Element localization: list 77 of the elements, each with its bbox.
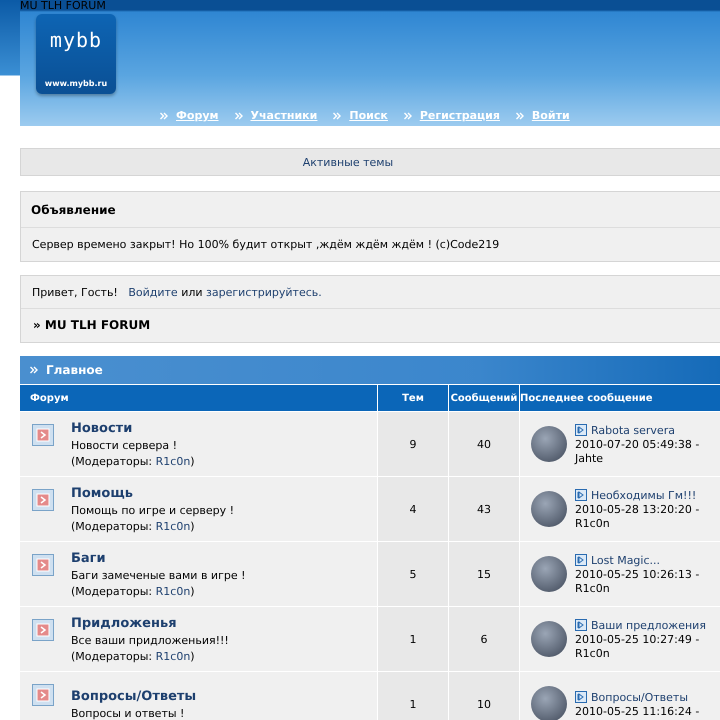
double-chevron-icon <box>30 366 38 374</box>
forum-name[interactable]: Помощь <box>71 486 234 500</box>
post-icon[interactable] <box>575 691 587 703</box>
announcement-title: Объявление <box>21 192 720 228</box>
moderators-text: (Модераторы: R1c0n) <box>71 584 196 598</box>
topics-count: 1 <box>377 671 448 720</box>
forum-name[interactable]: Новости <box>71 420 195 436</box>
last-post-date: 2010-05-25 10:26:13 - <box>575 568 700 580</box>
posts-count: 6 <box>448 606 519 671</box>
column-header: Сообщений <box>448 384 519 411</box>
column-header: Последнее сообщение <box>519 384 720 411</box>
avatar <box>531 686 567 720</box>
active-topics-link[interactable]: Активные темы <box>302 156 394 168</box>
avatar <box>531 426 567 462</box>
avatar <box>531 491 567 527</box>
moderator-link[interactable]: R1c0n <box>156 520 190 532</box>
moderators-text: (Модераторы: R1c0n) <box>71 520 196 532</box>
last-post-author: R1c0n <box>575 646 611 660</box>
forum-icon <box>32 684 54 706</box>
last-post-date: 2010-05-28 13:20:20 - <box>575 502 700 516</box>
posts-count: 40 <box>448 411 519 476</box>
last-post-author: Jahte <box>575 452 604 464</box>
avatar <box>531 556 567 592</box>
breadcrumb: » MU TLH FORUM <box>32 317 152 334</box>
welcome-text: Привет, Гость! Войдите или зарегистрируйтесь. <box>21 276 720 309</box>
double-chevron-icon <box>333 112 342 120</box>
last-post-link[interactable]: Rabota servera <box>591 424 675 436</box>
forum-name[interactable]: Вопросы/Ответы <box>71 688 196 704</box>
last-post-author: R1c0n <box>575 516 611 530</box>
forum-name[interactable]: Баги <box>71 550 246 566</box>
topics-count: 4 <box>377 476 448 541</box>
last-post-date: 2010-07-20 05:49:38 - <box>575 438 700 450</box>
double-chevron-icon <box>404 112 412 120</box>
forum-description: Вопросы и ответы ! <box>71 706 186 720</box>
post-icon[interactable] <box>575 489 587 501</box>
last-post-link[interactable]: Вопросы/Ответы <box>591 690 688 704</box>
column-header: Форум <box>20 384 377 411</box>
moderators-text: (Модераторы: R1c0n) <box>71 454 195 468</box>
page-title: MU TLH FORUM <box>20 0 106 12</box>
last-post-author: R1c0n <box>575 582 611 594</box>
avatar <box>531 621 567 657</box>
post-icon[interactable] <box>575 619 587 631</box>
forum-description: Все ваши придложеньия!!! <box>71 634 229 646</box>
register-link[interactable]: зарегистрируйтесь. <box>206 286 322 299</box>
double-chevron-icon <box>160 112 168 120</box>
last-post-date: 2010-05-25 11:16:24 - <box>575 704 700 718</box>
moderator-link[interactable]: R1c0n <box>156 650 190 662</box>
forum-name[interactable]: Придложенья <box>71 616 229 630</box>
last-post-date: 2010-05-25 10:27:49 - <box>575 632 700 646</box>
forum-description: Новости сервера ! <box>71 438 178 452</box>
category-title: Главное <box>46 363 103 377</box>
moderator-link[interactable]: R1c0n <box>156 584 190 598</box>
posts-count: 43 <box>448 476 519 541</box>
last-post-link[interactable]: Lost Magic... <box>591 554 660 566</box>
posts-count: 10 <box>448 671 519 720</box>
double-chevron-icon <box>234 112 243 120</box>
forum-description: Баги замеченые вами в игре ! <box>71 568 246 582</box>
post-icon[interactable] <box>575 424 587 436</box>
post-icon[interactable] <box>575 554 587 566</box>
last-post-link[interactable]: Необходимы Гм!!! <box>591 488 696 502</box>
moderator-link[interactable]: R1c0n <box>156 454 190 468</box>
double-chevron-icon <box>516 112 524 120</box>
moderators-text: (Модераторы: R1c0n) <box>71 650 196 662</box>
forum-icon <box>32 424 54 446</box>
posts-count: 15 <box>448 541 519 606</box>
announcement-text: Сервер времено закрыт! Но 100% будит открыт ,ждём ждём ждём ! (c)Code219 <box>31 237 500 253</box>
forum-icon <box>32 489 54 511</box>
forum-description: Помощь по игре и серверу ! <box>71 504 234 516</box>
last-post-link[interactable]: Ваши предложения <box>591 618 706 632</box>
forum-icon <box>32 554 54 576</box>
topics-count: 9 <box>377 411 448 476</box>
topics-count: 1 <box>377 606 448 671</box>
forum-icon <box>32 619 54 641</box>
login-link[interactable]: Войдите <box>128 286 178 299</box>
topics-count: 5 <box>377 541 448 606</box>
column-header: Тем <box>377 384 448 411</box>
logo[interactable]: mybb www.mybb.ru <box>36 14 116 94</box>
